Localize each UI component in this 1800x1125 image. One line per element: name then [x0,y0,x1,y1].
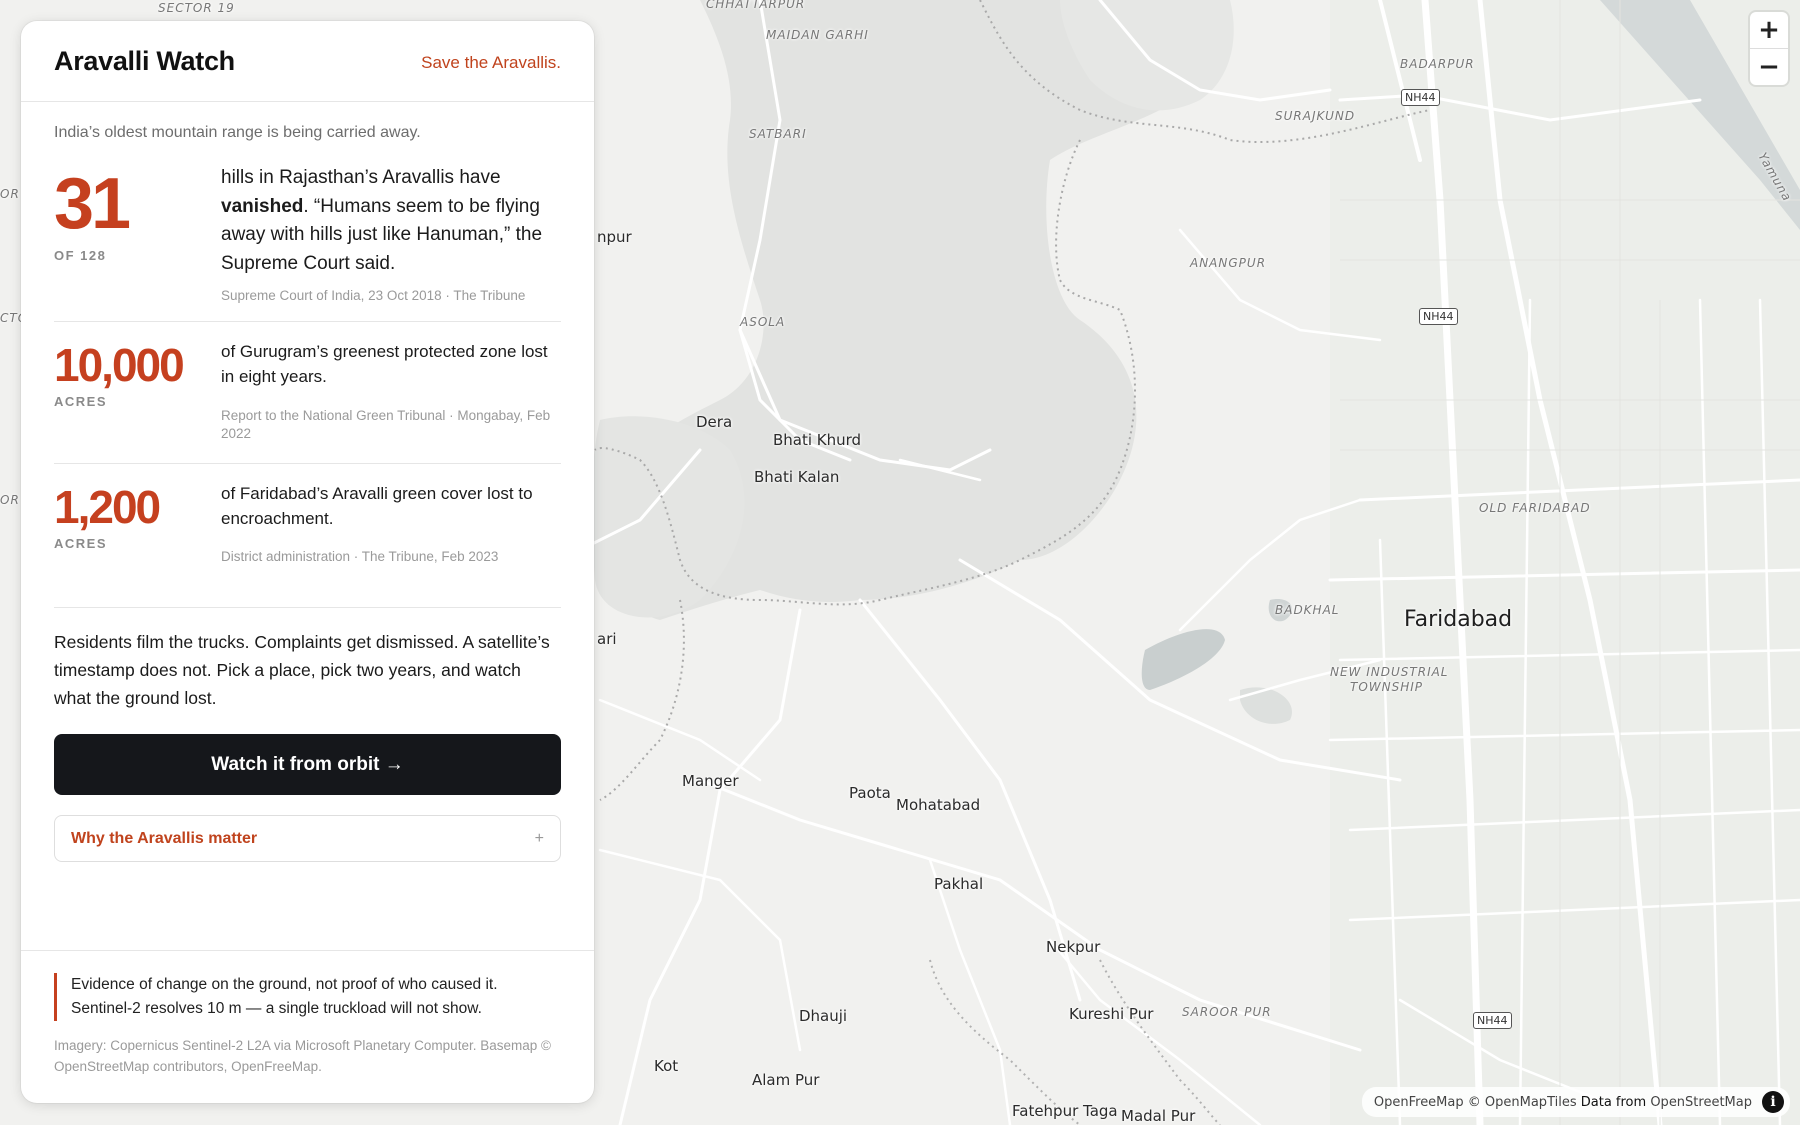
map-label-manger: Manger [682,772,739,790]
map-label-bhati-khurd: Bhati Khurd [773,431,862,449]
disclaimer-line: Sentinel-2 resolves 10 m — a single truc… [71,1000,482,1017]
zoom-out-button[interactable]: − [1750,48,1788,85]
map-label-sector-19: SECTOR 19 [158,1,235,15]
map-label-paota: Paota [849,784,891,802]
stat-gurugram-acres: 10,000 ACRES of Gurugram’s greenest prot… [54,322,561,464]
map-label-edge-pur: npur [597,228,632,246]
save-the-aravallis-link[interactable]: Save the Aravallis. [421,53,561,73]
map-label-nit-line2: TOWNSHIP [1350,680,1424,694]
highway-shield-nh44: NH44 [1419,308,1458,325]
accordion-label: Why the Aravallis matter [71,829,258,847]
watch-from-orbit-button[interactable]: Watch it from orbit → [54,734,561,795]
disclaimer-line: Evidence of change on the ground, not pr… [71,976,498,993]
map-attribution: OpenFreeMap © OpenMapTiles Data from Ope… [1361,1087,1790,1117]
stat-text: of Faridabad’s Aravalli green cover lost… [221,481,561,564]
map-label-anangpur: ANANGPUR [1190,256,1267,270]
map-label-kureshi-pur: Kureshi Pur [1069,1005,1154,1023]
disclaimer-callout: Evidence of change on the ground, not pr… [54,973,561,1021]
map-label-madal-pur: Madal Pur [1121,1107,1196,1125]
map-label-faridabad: Faridabad [1404,607,1513,632]
openstreetmap-link[interactable]: OpenStreetMap [1650,1095,1752,1110]
map-label-fatehpur-taga: Fatehpur Taga [1012,1102,1118,1120]
map-label-dhauji: Dhauji [799,1007,848,1025]
stat-hills-vanished: 31 OF 128 hills in Rajasthan’s Aravallis… [54,142,561,322]
map-label-old-faridabad: OLD FARIDABAD [1479,501,1591,515]
stat-figure: 10,000 ACRES [54,339,221,443]
intro-text: India’s oldest mountain range is being c… [54,124,421,141]
map-label-maidan-garhi: MAIDAN GARHI [766,28,869,42]
map-label-satbari: SATBARI [749,127,807,141]
map-label-dera: Dera [696,413,733,431]
stat-source: Supreme Court of India, 23 Oct 2018 · Th… [221,288,526,303]
data-from-text: Data from [1580,1094,1647,1110]
panel-header: Aravalli Watch Save the Aravallis. [21,21,594,102]
map-label-edge-or-2: OR [0,493,20,507]
stat-description-part: hills in Rajasthan’s Aravallis have [221,167,501,188]
stat-faridabad-acres: 1,200 ACRES of Faridabad’s Aravalli gree… [54,464,561,597]
stat-number: 10,000 [54,339,185,391]
highway-shield-nh44: NH44 [1401,89,1440,106]
info-icon[interactable]: i [1762,1091,1784,1113]
stat-unit: ACRES [54,536,108,551]
map-label-badarpur: BADARPUR [1400,57,1475,71]
stat-number: 31 [54,164,131,244]
zoom-control: + − [1750,12,1788,85]
map-label-nit-line1: NEW INDUSTRIAL [1330,665,1449,679]
map-label-bhati-kalan: Bhati Kalan [754,468,840,486]
why-aravallis-matter-accordion[interactable]: Why the Aravallis matter + [54,815,561,862]
map-label-edge-ari: ari [597,630,617,648]
map-label-pakhal: Pakhal [934,875,984,893]
map-label-nekpur: Nekpur [1046,938,1101,956]
stat-description: hills in Rajasthan’s Aravallis have vani… [221,164,561,278]
stat-text: hills in Rajasthan’s Aravallis have vani… [221,162,561,303]
stat-unit: ACRES [54,394,108,409]
stat-source: Report to the National Green Tribunal · … [221,408,551,441]
map-label-edge-or: OR [0,187,20,201]
openmaptiles-link[interactable]: OpenMapTiles [1485,1095,1577,1110]
map-label-surajkund: SURAJKUND [1275,109,1356,123]
stat-figure: 1,200 ACRES [54,481,221,564]
panel-body: India’s oldest mountain range is being c… [21,124,594,862]
stat-description: of Faridabad’s Aravalli green cover lost… [221,484,533,528]
map-label-mohatabad: Mohatabad [896,796,981,814]
panel-footer: Evidence of change on the ground, not pr… [21,950,594,1103]
stat-unit: OF 128 [54,248,107,263]
highway-shield-nh44: NH44 [1473,1012,1512,1029]
stat-description-emphasis: vanished [221,195,304,217]
openfreemap-link[interactable]: OpenFreeMap [1374,1095,1464,1110]
stat-source: District administration · The Tribune, F… [221,549,499,564]
stat-description: of Gurugram’s greenest protected zone lo… [221,342,548,386]
copyright-symbol: © [1467,1094,1481,1110]
imagery-credits: Imagery: Copernicus Sentinel-2 L2A via M… [54,1038,551,1074]
map-label-alam-pur: Alam Pur [752,1071,820,1089]
pitch-text: Residents film the trucks. Complaints ge… [54,632,550,708]
stat-figure: 31 OF 128 [54,162,221,303]
divider [54,607,561,608]
stat-number: 1,200 [54,481,161,533]
map-label-chhattarpur: CHHATTARPUR [706,0,806,11]
app-title: Aravalli Watch [54,45,235,76]
map-label-asola: ASOLA [740,315,786,329]
zoom-in-button[interactable]: + [1750,12,1788,48]
info-panel: Aravalli Watch Save the Aravallis. India… [21,21,594,1103]
map-label-saroor-pur: SAROOR PUR [1182,1005,1272,1019]
map-label-badkhal: BADKHAL [1275,603,1340,617]
expand-plus-icon: + [534,829,544,847]
map-label-kot: Kot [654,1057,679,1075]
stat-text: of Gurugram’s greenest protected zone lo… [221,339,561,443]
